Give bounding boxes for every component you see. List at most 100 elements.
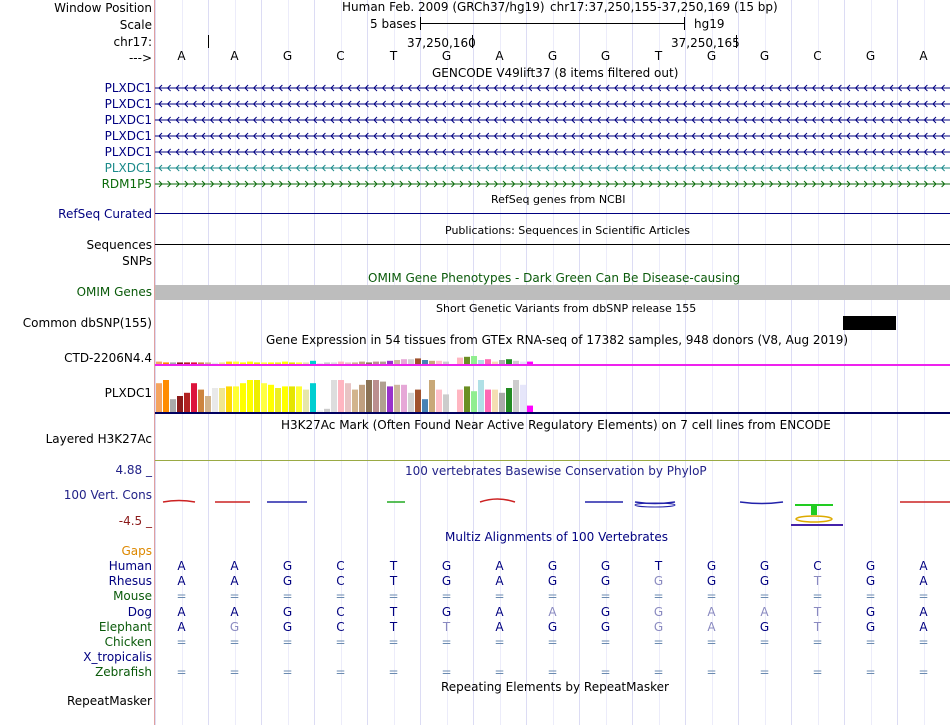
- alignment-base: =: [176, 665, 187, 680]
- species-label[interactable]: Mouse: [113, 589, 152, 603]
- alignment-base: A: [177, 559, 186, 573]
- phylop-orange-ring: [795, 515, 833, 523]
- alignment-base: G: [653, 604, 664, 619]
- gencode-gene-track[interactable]: [155, 179, 950, 189]
- multiz-title: Multiz Alignments of 100 Vertebrates: [445, 530, 669, 544]
- gtex-gene2-bar: [296, 386, 302, 412]
- gencode-gene-label[interactable]: PLXDC1: [105, 161, 152, 175]
- pubs-sequences-label[interactable]: Sequences: [87, 238, 152, 252]
- gencode-gene-track[interactable]: [155, 83, 950, 93]
- gencode-gene-label[interactable]: RDM1P5: [102, 177, 152, 191]
- gtex-gene2-label[interactable]: PLXDC1: [105, 386, 152, 400]
- alignment-base: G: [600, 619, 611, 634]
- gencode-gene-label[interactable]: PLXDC1: [105, 97, 152, 111]
- alignment-base: A: [495, 619, 504, 634]
- refseq-label[interactable]: RefSeq Curated: [58, 207, 152, 221]
- gtex-gene1-bar: [247, 361, 253, 364]
- alignment-base: =: [600, 589, 611, 604]
- species-label[interactable]: Elephant: [99, 620, 152, 634]
- alignment-base: C: [336, 574, 345, 589]
- gtex-gene1-bar: [205, 362, 211, 364]
- h3k27ac-label[interactable]: Layered H3K27Ac: [46, 432, 152, 446]
- alignment-base: A: [919, 574, 928, 589]
- pubs-line[interactable]: [155, 244, 950, 245]
- dbsnp-variant[interactable]: [843, 316, 896, 330]
- alignment-base: =: [918, 589, 929, 604]
- gtex-gene1-bar: [289, 362, 295, 364]
- gtex-gene1-bar: [156, 361, 162, 364]
- alignment-base: =: [600, 635, 611, 649]
- gencode-gene-track[interactable]: [155, 115, 950, 125]
- snps-label[interactable]: SNPs: [122, 254, 152, 268]
- gencode-gene-track[interactable]: [155, 99, 950, 109]
- sequence-base: G: [282, 49, 293, 63]
- gencode-gene-label[interactable]: PLXDC1: [105, 129, 152, 143]
- sequence-base: G: [865, 49, 876, 63]
- alignment-base: A: [230, 604, 239, 619]
- gtex-gene1-bar: [366, 362, 372, 364]
- coord2-text: 37,250,165: [671, 36, 740, 50]
- species-label[interactable]: X_tropicalis: [83, 650, 152, 664]
- position-text: chr17:37,250,155-37,250,169 (15 bp): [550, 0, 778, 14]
- gtex-gene2-bar: [163, 380, 169, 412]
- gtex-gene2-bar: [380, 381, 386, 412]
- gtex-gene2-bar: [499, 392, 505, 412]
- species-label[interactable]: Human: [109, 559, 152, 573]
- assembly-text: Human Feb. 2009 (GRCh37/hg19): [342, 0, 545, 14]
- gtex-gene1-bar: [471, 356, 477, 364]
- gencode-gene-label[interactable]: PLXDC1: [105, 113, 152, 127]
- h3k27ac-line[interactable]: [155, 460, 950, 461]
- sequence-base: A: [919, 49, 928, 63]
- phylop-label[interactable]: 100 Vert. Cons: [64, 488, 152, 502]
- alignment-base: G: [547, 559, 558, 573]
- sequence-base: G: [547, 49, 558, 63]
- alignment-base: =: [759, 665, 770, 680]
- alignment-base: T: [442, 619, 451, 634]
- alignment-base: A: [177, 574, 186, 589]
- gtex-gene2-bar: [282, 386, 288, 412]
- alignment-base: =: [282, 589, 293, 604]
- gtex-gene2-bar: [275, 388, 281, 412]
- dbsnp-label[interactable]: Common dbSNP(155): [23, 316, 152, 330]
- species-label[interactable]: Zebrafish: [95, 665, 152, 679]
- gtex-chart[interactable]: [155, 350, 950, 420]
- window-position-label: Window Position: [54, 1, 152, 15]
- gtex-gene2-bar: [289, 386, 295, 412]
- browser-data-area[interactable]: Human Feb. 2009 (GRCh37/hg19) chr17:37,2…: [155, 0, 950, 725]
- gtex-gene1-bar: [317, 363, 323, 364]
- omim-genes-label[interactable]: OMIM Genes: [77, 285, 152, 299]
- gaps-label: Gaps: [121, 544, 152, 558]
- refseq-line[interactable]: [155, 213, 950, 214]
- repeatmasker-label[interactable]: RepeatMasker: [67, 694, 152, 708]
- gencode-gene-track[interactable]: [155, 163, 950, 173]
- gtex-gene2-bar: [450, 392, 456, 412]
- alignment-base: T: [389, 559, 398, 573]
- phylop-chart[interactable]: [155, 490, 950, 530]
- alignment-base: G: [865, 574, 876, 589]
- species-label[interactable]: Chicken: [105, 635, 152, 649]
- gtex-gene1-bar: [177, 362, 183, 364]
- alignment-base: =: [282, 635, 293, 649]
- gtex-gene1-bar: [254, 362, 260, 364]
- gtex-gene1-bar: [268, 362, 274, 364]
- alignment-base: G: [282, 574, 293, 589]
- gencode-gene-label[interactable]: PLXDC1: [105, 145, 152, 159]
- gtex-gene1-label[interactable]: CTD-2206N4.4: [64, 351, 152, 365]
- alignment-base: T: [389, 604, 398, 619]
- alignment-base: T: [389, 574, 398, 589]
- gtex-gene1-bar: [338, 361, 344, 364]
- species-label[interactable]: Dog: [128, 605, 152, 619]
- alignment-base: =: [229, 665, 240, 680]
- gencode-gene-track[interactable]: [155, 147, 950, 157]
- sequence-base: A: [230, 49, 239, 63]
- alignment-base: =: [865, 635, 876, 649]
- gencode-gene-label[interactable]: PLXDC1: [105, 81, 152, 95]
- omim-bar[interactable]: [155, 285, 950, 300]
- gtex-gene2-bar: [191, 383, 197, 412]
- gencode-gene-track[interactable]: [155, 131, 950, 141]
- gtex-gene1-bar: [310, 360, 316, 364]
- alignment-base: =: [600, 665, 611, 680]
- species-label[interactable]: Rhesus: [109, 574, 152, 588]
- alignment-base: T: [813, 604, 822, 619]
- scale-text: 5 bases: [370, 17, 417, 31]
